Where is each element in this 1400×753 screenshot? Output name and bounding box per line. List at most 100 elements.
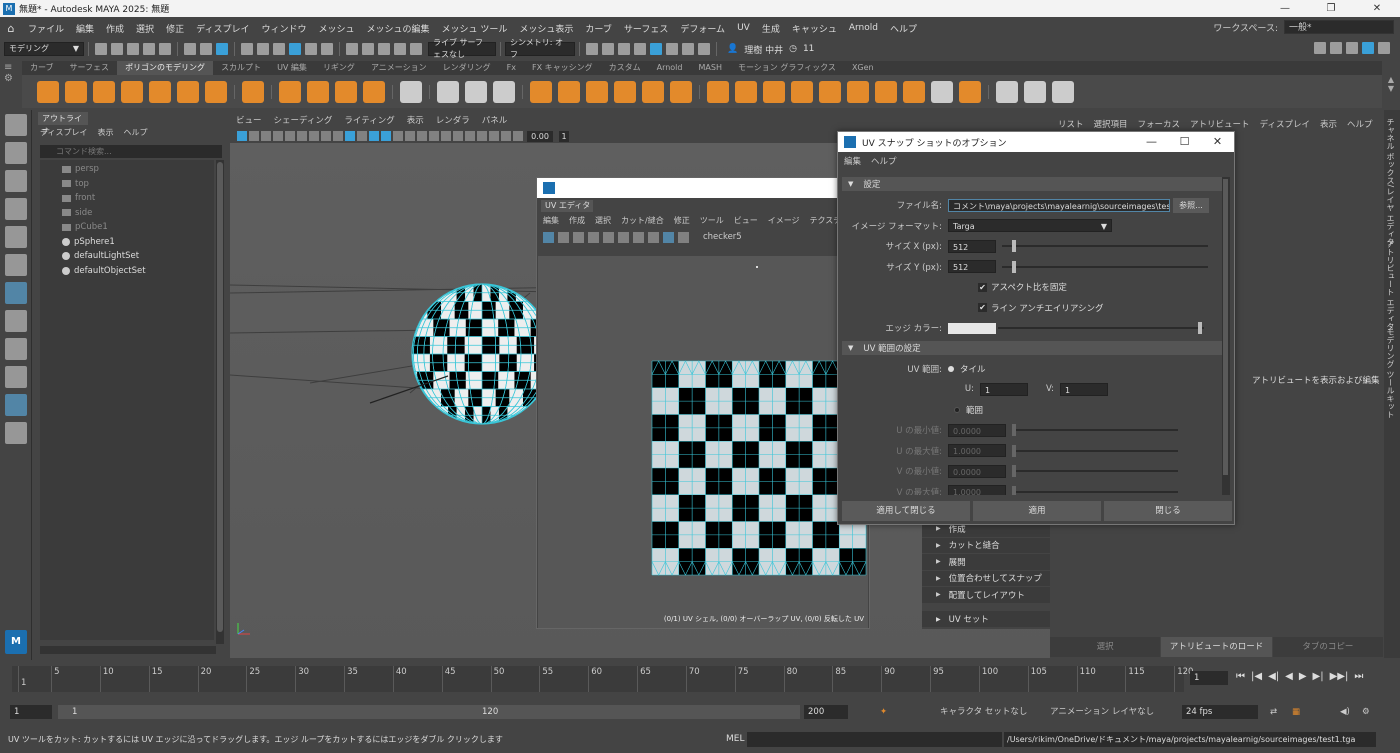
home-icon[interactable]: ⌂: [0, 22, 22, 35]
attr-menu-item[interactable]: リスト: [1058, 118, 1084, 130]
move-tool-icon[interactable]: [5, 198, 27, 220]
uv-shaded-icon[interactable]: [558, 231, 569, 243]
uv-pixel-snap-icon[interactable]: [618, 231, 629, 243]
menu-item[interactable]: サーフェス: [618, 22, 674, 35]
type-text-icon[interactable]: [335, 80, 357, 103]
tool-settings-icon[interactable]: [1362, 42, 1374, 54]
outliner-item[interactable]: defaultLightSet: [40, 249, 214, 264]
v-min-slider[interactable]: [1012, 465, 1178, 478]
uv-snapshot-icon[interactable]: [648, 231, 659, 243]
ipr-render-icon[interactable]: [618, 43, 630, 55]
select-object-icon[interactable]: [200, 43, 212, 55]
uv-range-section-header[interactable]: UV 範囲の設定: [842, 340, 1222, 355]
shelf-tab[interactable]: リギング: [315, 61, 363, 75]
side-tab-modeling-toolkit[interactable]: モデリング ツールキット: [1385, 328, 1396, 419]
menu-item[interactable]: 生成: [756, 22, 786, 35]
uv-tile-icon[interactable]: [603, 231, 614, 243]
current-frame-input[interactable]: 1: [1190, 671, 1228, 685]
maximize-button[interactable]: ❐: [1308, 0, 1354, 17]
uv-menu-item[interactable]: カット/縫合: [621, 215, 664, 226]
extrude-icon[interactable]: [707, 80, 729, 103]
shelf-tab[interactable]: UV 編集: [269, 61, 315, 75]
size-x-input[interactable]: 512: [948, 239, 996, 253]
shelf-tab[interactable]: XGen: [844, 61, 882, 75]
quad-draw-icon[interactable]: [931, 80, 953, 103]
u-min-input[interactable]: 0.0000: [948, 423, 1006, 437]
poly-plane-icon[interactable]: [177, 80, 199, 103]
uv-texture-icon[interactable]: [663, 231, 674, 243]
v-min-input[interactable]: 0.0000: [948, 464, 1006, 478]
target-weld-icon[interactable]: [903, 80, 925, 103]
poly-torus-icon[interactable]: [149, 80, 171, 103]
uv-menu-item[interactable]: 選択: [595, 215, 611, 226]
menu-item[interactable]: ファイル: [22, 22, 70, 35]
snapshot-titlebar[interactable]: UV スナップ ショットのオプション — ☐ ✕: [838, 132, 1234, 152]
uv-image-icon[interactable]: [633, 231, 644, 243]
outliner-hscrollbar[interactable]: [40, 646, 216, 654]
select-uv-icon[interactable]: [289, 43, 301, 55]
symmetry-dropdown[interactable]: シンメトリ: オフ: [505, 38, 575, 59]
range-radio[interactable]: [954, 406, 960, 413]
four-pane-icon[interactable]: [5, 338, 27, 360]
shelf-tab[interactable]: MASH: [690, 61, 729, 75]
shelf-tab[interactable]: モーション グラフィックス: [730, 61, 844, 75]
merge-icon[interactable]: [847, 80, 869, 103]
multi-cut-icon[interactable]: [875, 80, 897, 103]
dialog-menu-edit[interactable]: 編集: [844, 155, 861, 167]
edge-color-swatch[interactable]: [948, 322, 996, 334]
antialias-checkbox[interactable]: ✔: [978, 303, 987, 313]
snap-surface-icon[interactable]: [410, 43, 422, 55]
render-history-icon[interactable]: [586, 43, 598, 55]
user-name[interactable]: 理樹 中井: [744, 43, 783, 56]
exposure-icon[interactable]: [513, 131, 523, 141]
render-settings-icon[interactable]: [634, 43, 646, 55]
apply-button[interactable]: 適用: [973, 501, 1101, 521]
outliner-item[interactable]: top: [40, 177, 214, 192]
uv-border-icon[interactable]: [588, 231, 599, 243]
super-shape-icon[interactable]: [279, 80, 301, 103]
select-button[interactable]: 選択: [1050, 637, 1161, 657]
workspace-dropdown[interactable]: 一般*: [1284, 20, 1394, 34]
append-icon[interactable]: [791, 80, 813, 103]
uv-menu-item[interactable]: ビュー: [734, 215, 758, 226]
select-hierarchy-icon[interactable]: [184, 43, 196, 55]
textured-icon[interactable]: [381, 131, 391, 141]
calculator-icon[interactable]: [400, 80, 422, 103]
outliner-search-input[interactable]: コマンド検索...: [40, 145, 222, 158]
playback-button[interactable]: ▶▶|: [1330, 671, 1349, 682]
live-surface-field[interactable]: ライブ サーフェスなし: [428, 38, 496, 59]
playback-button[interactable]: ⏭: [1354, 671, 1363, 682]
shelf-tab[interactable]: ポリゴンのモデリング: [117, 61, 214, 75]
size-y-slider[interactable]: [1002, 260, 1208, 273]
snap-curve-icon[interactable]: [362, 43, 374, 55]
backface-icon[interactable]: [501, 131, 511, 141]
attr-menu-item[interactable]: フォーカス: [1138, 118, 1181, 130]
mel-label[interactable]: MEL: [726, 734, 744, 744]
field-chart-icon[interactable]: [321, 131, 331, 141]
shelf-tab[interactable]: アニメーション: [363, 61, 435, 75]
dialog-maximize-button[interactable]: ☐: [1168, 132, 1201, 152]
vp-menu-view[interactable]: ビュー: [236, 114, 262, 126]
v-max-input[interactable]: 1.0000: [948, 485, 1006, 495]
freeze-transform-icon[interactable]: [493, 80, 515, 103]
xray-icon[interactable]: [477, 131, 487, 141]
playback-button[interactable]: ▶|: [1313, 671, 1324, 682]
image-plane-icon[interactable]: [261, 131, 271, 141]
xray-joints-icon[interactable]: [489, 131, 499, 141]
motion-blur-icon[interactable]: [429, 131, 439, 141]
playback-button[interactable]: ◀: [1285, 671, 1293, 682]
menu-item[interactable]: 修正: [160, 22, 190, 35]
poly-cylinder-icon[interactable]: [93, 80, 115, 103]
outliner-item[interactable]: defaultObjectSet: [40, 264, 214, 279]
anti-aliasing-icon[interactable]: [441, 131, 451, 141]
undo-icon[interactable]: [143, 43, 155, 55]
dof-icon[interactable]: [453, 131, 463, 141]
single-pane-icon[interactable]: [5, 310, 27, 332]
select-face-icon[interactable]: [273, 43, 285, 55]
pivot-icon[interactable]: [465, 80, 487, 103]
bounding-icon[interactable]: [437, 80, 459, 103]
shelf-tab[interactable]: カスタム: [601, 61, 649, 75]
separate-icon[interactable]: [558, 80, 580, 103]
range-bar[interactable]: 1 120: [58, 705, 800, 719]
shelf-tab[interactable]: FX キャッシング: [524, 61, 601, 75]
